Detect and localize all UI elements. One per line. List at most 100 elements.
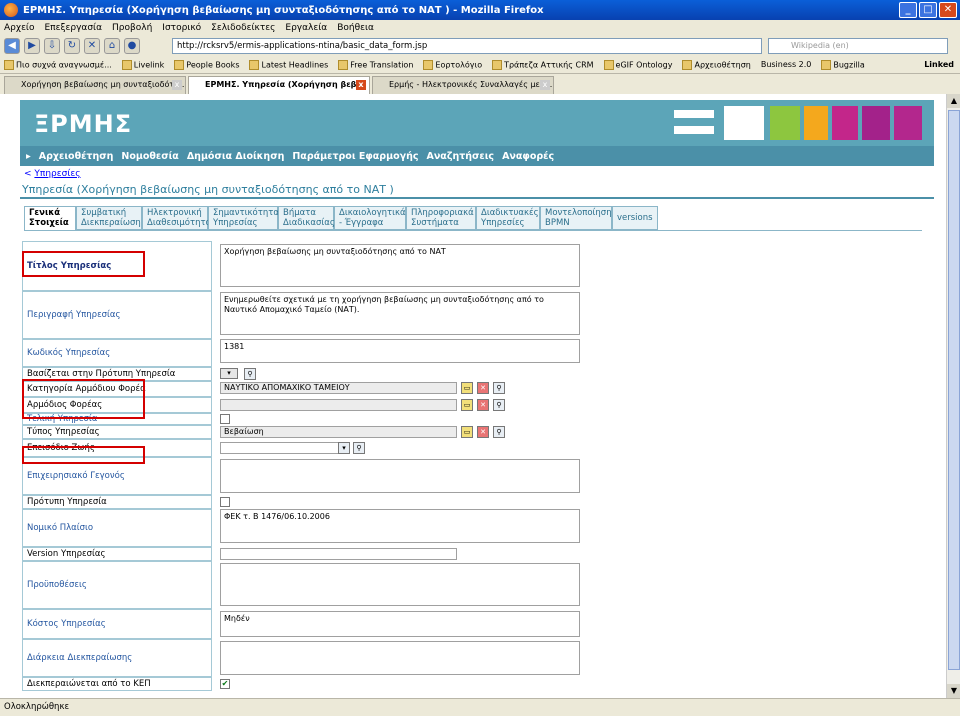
nav-legislation[interactable]: Νομοθεσία bbox=[121, 151, 178, 162]
delete-icon[interactable]: ✕ bbox=[477, 382, 489, 394]
url-bar[interactable]: http://rcksrv5/ermis-applications-ntina/… bbox=[172, 38, 762, 54]
menu-tools[interactable]: Εργαλεία bbox=[285, 23, 327, 33]
nav-parameters[interactable]: Παράμετροι Εφαρμογής bbox=[292, 151, 418, 162]
tab-web-services[interactable]: Διαδικτυακές Υπηρεσίες bbox=[476, 206, 540, 230]
type-label: Τύπος Υπηρεσίας bbox=[22, 425, 212, 439]
stop-button[interactable]: ✕ bbox=[84, 38, 100, 54]
title-textarea[interactable]: Χορήγηση βεβαίωσης μη συνταξιοδότησης απ… bbox=[220, 244, 580, 287]
tab-electronic[interactable]: Ηλεκτρονική Διαθεσιμότητα bbox=[142, 206, 211, 230]
bookmark-item[interactable]: eGIF Ontology bbox=[603, 59, 672, 70]
menu-history[interactable]: Ιστορικό bbox=[162, 23, 201, 33]
search-icon[interactable]: ⚲ bbox=[493, 382, 505, 394]
bookmark-item[interactable]: Livelink bbox=[121, 59, 164, 70]
bookmark-item[interactable]: Αρχειοθέτηση bbox=[682, 59, 751, 70]
edit-icon[interactable]: ▭ bbox=[461, 426, 473, 438]
prerequisites-textarea[interactable] bbox=[220, 563, 580, 606]
description-textarea[interactable]: Ενημερωθείτε σχετικά με τη χορήγηση βεβα… bbox=[220, 292, 580, 335]
tab-steps[interactable]: Βήματα Διαδικασίας bbox=[278, 206, 335, 230]
reload-button[interactable]: ↻ bbox=[64, 38, 80, 54]
bookmark-item[interactable]: Πιο συχνά αναγνωσμέ... bbox=[4, 59, 112, 70]
tab-versions[interactable]: versions bbox=[612, 206, 658, 230]
life-episode-select[interactable] bbox=[220, 442, 350, 454]
bookmark-icon bbox=[423, 59, 434, 70]
description-label: Περιγραφή Υπηρεσίας bbox=[22, 291, 212, 339]
category-input[interactable]: ΝΑΥΤΙΚΟ ΑΠΟΜΑΧΙΚΟ ΤΑΜΕΙΟΥ bbox=[220, 382, 457, 394]
tab-close-icon[interactable]: x bbox=[172, 80, 182, 90]
close-button[interactable]: ✕ bbox=[939, 2, 957, 18]
tab-close-icon[interactable]: x bbox=[356, 80, 366, 90]
kep-checkbox[interactable]: ✔ bbox=[220, 679, 230, 689]
tab-conventional[interactable]: Συμβατική Διεκπεραίωση bbox=[76, 206, 142, 230]
menu-file[interactable]: Αρχείο bbox=[4, 23, 35, 33]
search-input[interactable]: Wikipedia (en) bbox=[768, 38, 948, 54]
services-link[interactable]: Υπηρεσίες bbox=[34, 169, 80, 179]
business-event-textarea[interactable] bbox=[220, 459, 580, 493]
bookmark-item[interactable]: Εορτολόγιο bbox=[423, 59, 482, 70]
title-divider bbox=[20, 197, 934, 199]
delete-icon[interactable]: ✕ bbox=[477, 399, 489, 411]
nav-reports[interactable]: Αναφορές bbox=[502, 151, 554, 162]
nav-archive[interactable]: Αρχειοθέτηση bbox=[39, 151, 114, 162]
tab-general[interactable]: Γενικά Στοιχεία bbox=[24, 206, 76, 230]
bookmark-item[interactable]: Τράπεζα Αττικής CRM bbox=[492, 59, 594, 70]
browser-tab-active[interactable]: ΕΡΜΗΣ. Υπηρεσία (Χορήγηση βεβ... x bbox=[188, 76, 370, 94]
type-input[interactable]: Βεβαίωση bbox=[220, 426, 457, 438]
agency-input[interactable] bbox=[220, 399, 457, 411]
vertical-scrollbar[interactable]: ▲ ▼ bbox=[946, 94, 960, 698]
bookmark-item[interactable]: Bugzilla bbox=[821, 59, 865, 70]
search-icon[interactable]: ⚲ bbox=[244, 368, 256, 380]
delete-icon[interactable]: ✕ bbox=[477, 426, 489, 438]
menu-bookmarks[interactable]: Σελιδοδείκτες bbox=[211, 23, 275, 33]
prerequisites-label: Προϋποθέσεις bbox=[22, 561, 212, 609]
nav-public-admin[interactable]: Δημόσια Διοίκηση bbox=[187, 151, 285, 162]
history-icon[interactable]: ⇩ bbox=[44, 38, 60, 54]
firefox-icon bbox=[4, 3, 18, 17]
scroll-down-icon[interactable]: ▼ bbox=[947, 684, 960, 698]
maximize-button[interactable]: □ bbox=[919, 2, 937, 18]
chevron-down-icon[interactable]: ▾ bbox=[338, 442, 350, 454]
prototype-checkbox[interactable] bbox=[220, 497, 230, 507]
code-textarea[interactable]: 1381 bbox=[220, 339, 580, 363]
search-icon[interactable]: ⚲ bbox=[353, 442, 365, 454]
nav-searches[interactable]: Αναζητήσεις bbox=[426, 151, 494, 162]
menu-help[interactable]: Βοήθεια bbox=[337, 23, 374, 33]
tab-bpmn[interactable]: Μοντελοποίηση BPMN bbox=[540, 206, 612, 230]
menu-bar: Αρχείο Επεξεργασία Προβολή Ιστορικό Σελι… bbox=[0, 20, 960, 36]
legal-framework-textarea[interactable]: ΦΕΚ τ. Β 1476/06.10.2006 bbox=[220, 509, 580, 543]
forward-button[interactable]: ▶ bbox=[24, 38, 40, 54]
edit-icon[interactable]: ▭ bbox=[461, 382, 473, 394]
scroll-up-icon[interactable]: ▲ bbox=[947, 94, 960, 108]
browser-tab[interactable]: Ερμής - Ηλεκτρονικές Συναλλαγές με τ... x bbox=[372, 76, 554, 94]
bookmark-item[interactable]: People Books bbox=[174, 59, 239, 70]
minimize-button[interactable]: _ bbox=[899, 2, 917, 18]
template-dropdown[interactable]: ▾ bbox=[220, 368, 238, 379]
form-tabs: Γενικά Στοιχεία Συμβατική Διεκπεραίωση Ηλε… bbox=[24, 206, 658, 230]
duration-textarea[interactable] bbox=[220, 641, 580, 675]
menu-view[interactable]: Προβολή bbox=[112, 23, 152, 33]
tab-info-systems[interactable]: Πληροφοριακά Συστήματα bbox=[406, 206, 476, 230]
bookmark-icon bbox=[4, 59, 14, 70]
bookmark-icon bbox=[121, 59, 132, 70]
addon-icon[interactable]: ● bbox=[124, 38, 140, 54]
scroll-thumb[interactable] bbox=[948, 110, 960, 670]
search-icon[interactable]: ⚲ bbox=[493, 399, 505, 411]
home-button[interactable]: ⌂ bbox=[104, 38, 120, 54]
bookmark-item[interactable]: Latest Headlines bbox=[249, 59, 328, 70]
edit-icon[interactable]: ▭ bbox=[461, 399, 473, 411]
cost-textarea[interactable]: Μηδέν bbox=[220, 611, 580, 637]
final-service-checkbox[interactable] bbox=[220, 414, 230, 424]
back-button[interactable]: ◀ bbox=[4, 38, 20, 54]
browser-tab[interactable]: Χορήγηση βεβαίωσης μη συνταξιοδότη... x bbox=[4, 76, 186, 94]
navigation-toolbar: ◀ ▶ ⇩ ↻ ✕ ⌂ ● http://rcksrv5/ermis-appli… bbox=[0, 36, 960, 56]
version-input[interactable] bbox=[220, 548, 457, 560]
tab-documents[interactable]: Δικαιολογητικά - Έγγραφα bbox=[334, 206, 406, 230]
bookmark-item[interactable]: Free Translation bbox=[338, 59, 413, 70]
search-icon[interactable]: ⚲ bbox=[493, 426, 505, 438]
code-label: Κωδικός Υπηρεσίας bbox=[22, 339, 212, 367]
tab-close-icon[interactable]: x bbox=[540, 80, 550, 90]
bookmark-item[interactable]: Linked bbox=[924, 60, 960, 69]
prototype-label: Πρότυπη Υπηρεσία bbox=[22, 495, 212, 509]
tab-importance[interactable]: Σημαντικότητα Υπηρεσίας bbox=[208, 206, 279, 230]
bookmark-item[interactable]: Business 2.0 bbox=[761, 60, 812, 69]
menu-edit[interactable]: Επεξεργασία bbox=[45, 23, 103, 33]
